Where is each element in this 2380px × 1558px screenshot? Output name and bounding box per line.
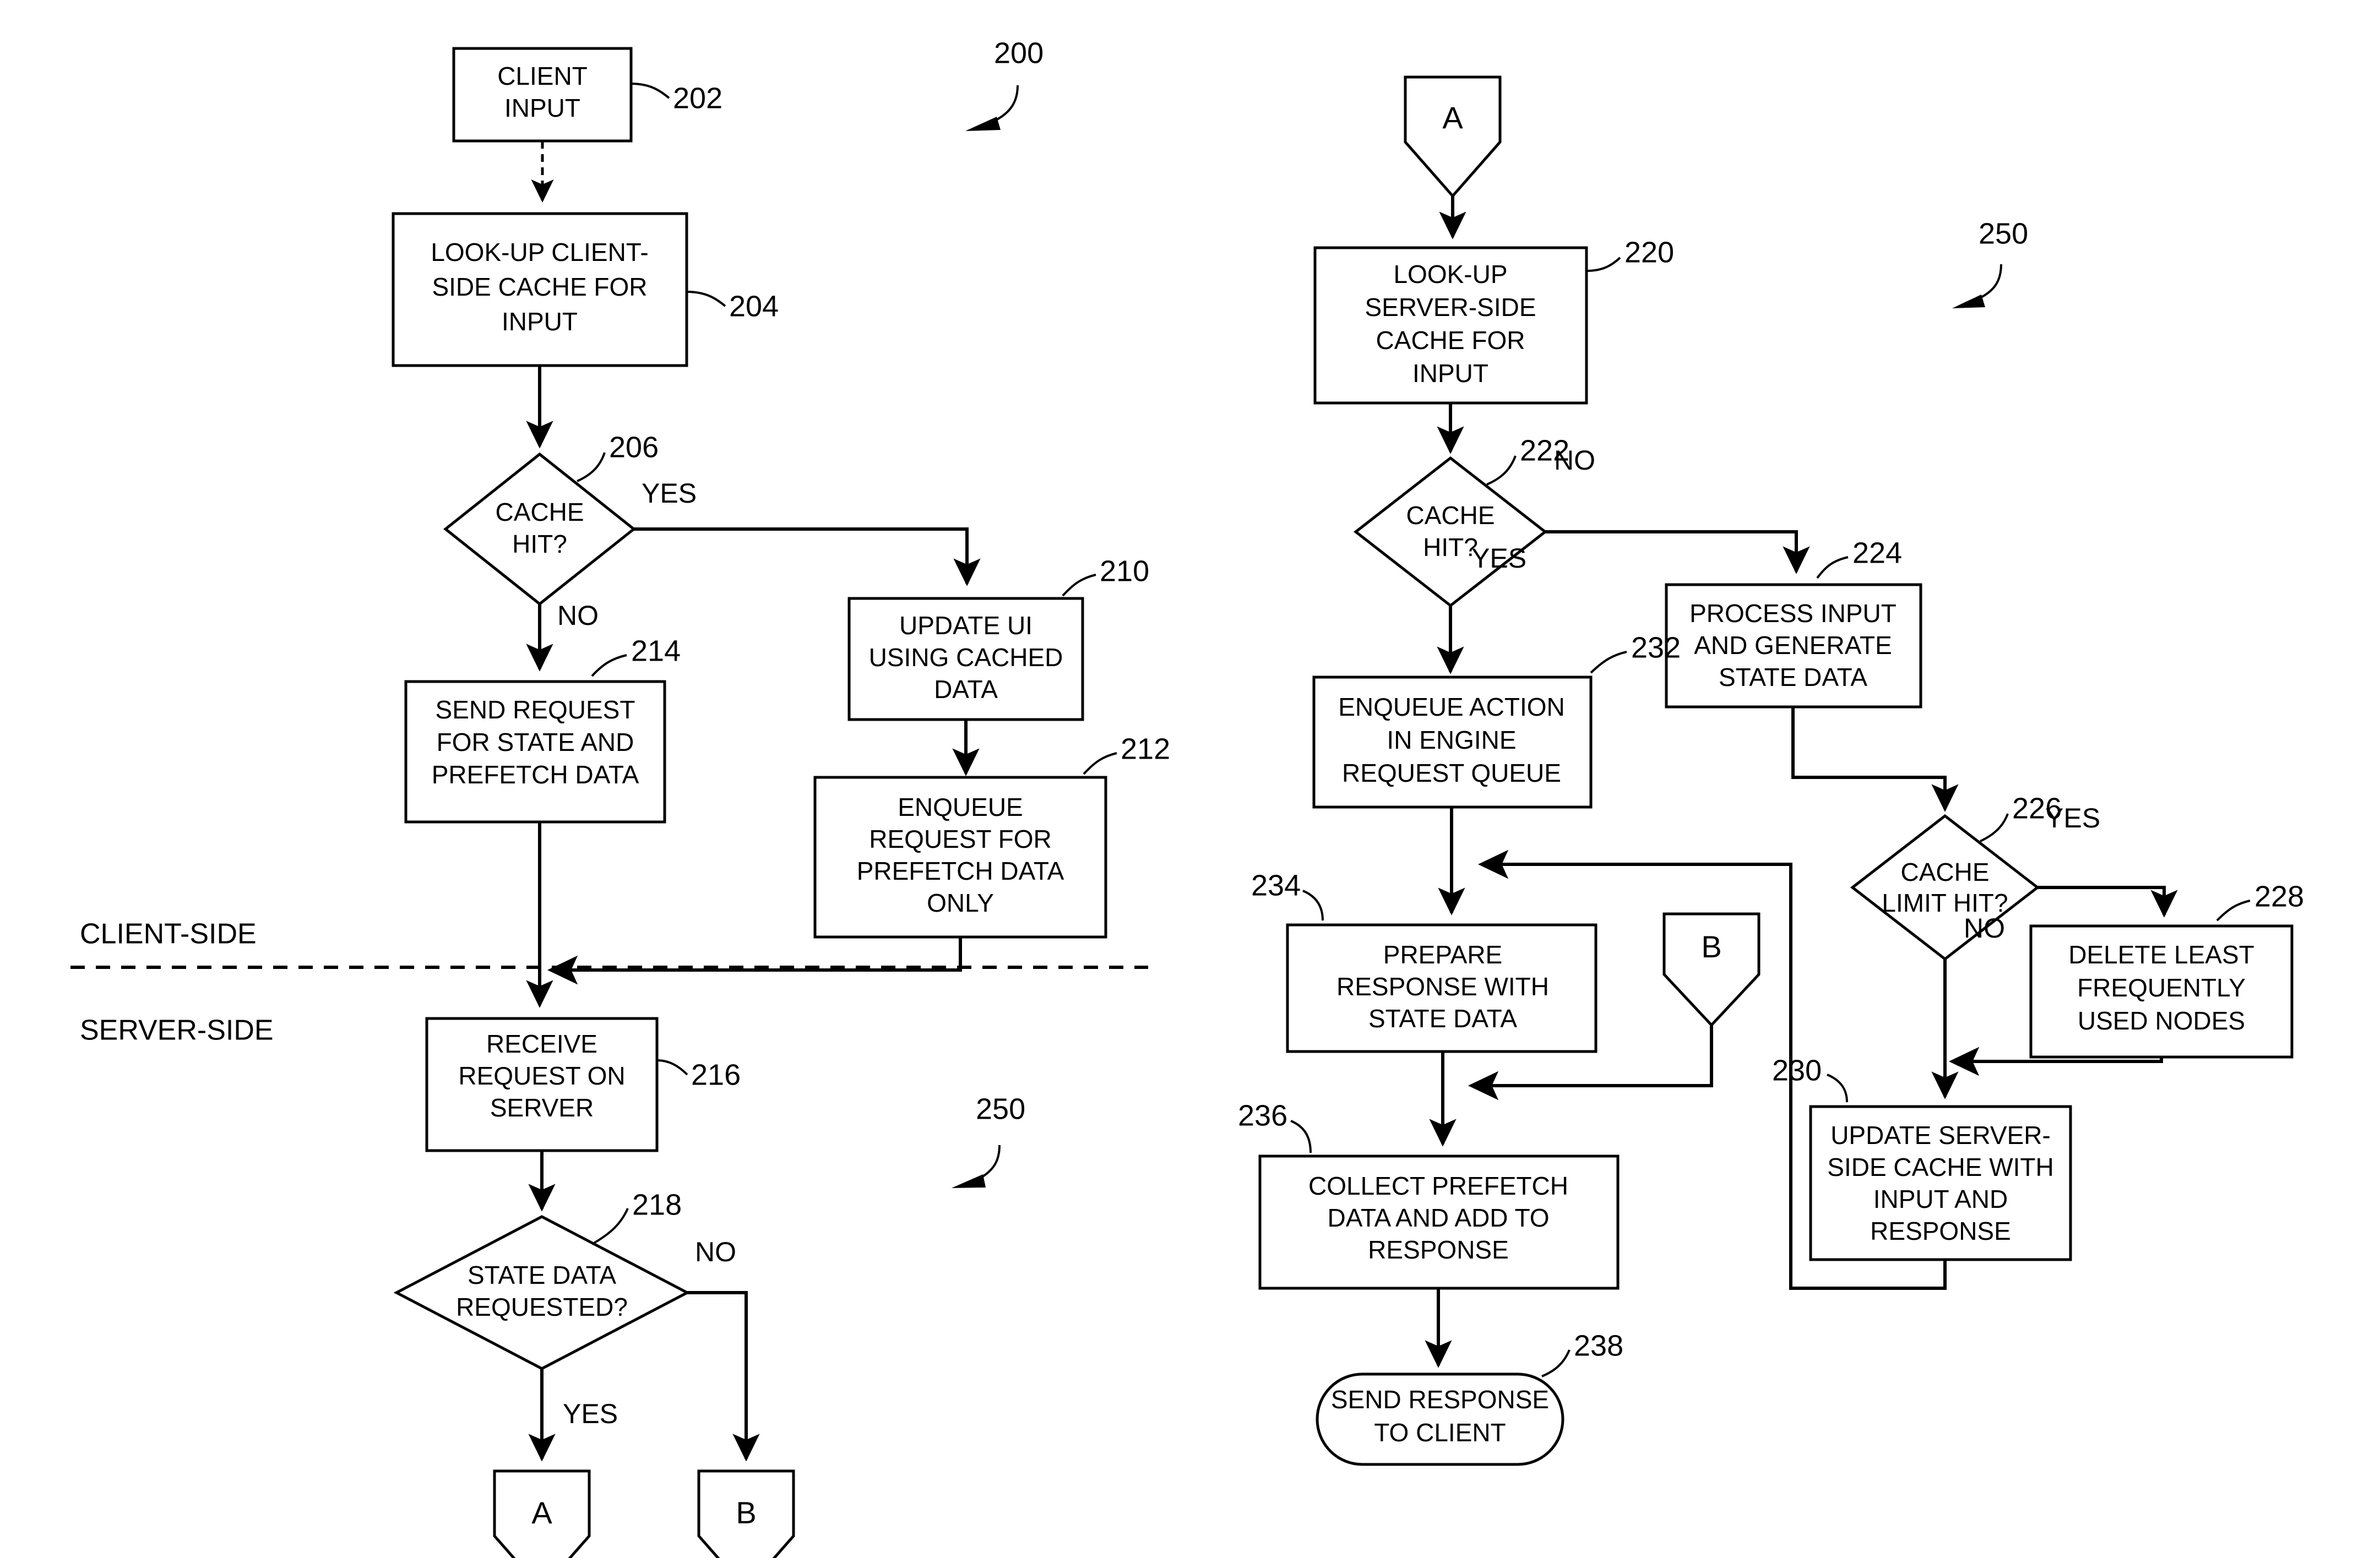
- node-lookup-server-cache-line-0: LOOK-UP: [1393, 260, 1507, 288]
- node-send-request-line-2: PREFETCH DATA: [432, 760, 639, 789]
- node-lookup-client-cache-ref: 204: [729, 290, 779, 323]
- edge-label-222-yes: YES: [1471, 543, 1526, 574]
- node-send-request-line-0: SEND REQUEST: [436, 695, 635, 724]
- node-prepare-response-line-2: STATE DATA: [1368, 1004, 1517, 1033]
- connector-b-mid-right-label: B: [1701, 929, 1721, 964]
- node-lookup-client-cache-line-2: INPUT: [502, 307, 578, 336]
- connector-a-bottom-left-label: A: [531, 1495, 552, 1530]
- node-delete-least-frequently-used-line-0: DELETE LEAST: [2068, 940, 2254, 969]
- edge-label-218-yes: YES: [563, 1398, 618, 1429]
- node-lookup-client-cache-line-0: LOOK-UP CLIENT-: [431, 238, 648, 266]
- node-receive-request-line-1: REQUEST ON: [458, 1061, 625, 1090]
- node-process-input-line-0: PROCESS INPUT: [1689, 599, 1897, 628]
- connector-a-top-right-label: A: [1442, 100, 1463, 135]
- figure-ref-200-label: 200: [994, 36, 1044, 69]
- node-update-ui-line-1: USING CACHED: [869, 643, 1063, 672]
- figure-canvas: 200 250 250 CLIENT-SIDE SERVER-SIDE CLIE…: [0, 0, 2380, 1558]
- node-client-input-line-0: CLIENT: [497, 62, 588, 90]
- connector-b-bottom-left: B: [697, 1469, 795, 1558]
- node-process-input-ref: 224: [1852, 536, 1902, 569]
- node-cache-hit-client-line-1: HIT?: [512, 530, 567, 558]
- node-collect-prefetch-ref: 236: [1238, 1099, 1287, 1132]
- node-cache-hit-client-ref: 206: [609, 431, 659, 464]
- node-update-server-cache-line-1: SIDE CACHE WITH: [1827, 1153, 2053, 1181]
- connector-b-bottom-left-label: B: [736, 1495, 756, 1530]
- connector-a-bottom-left: A: [493, 1469, 591, 1558]
- node-receive-request-line-0: RECEIVE: [486, 1029, 597, 1058]
- edge-label-206-yes: YES: [642, 478, 697, 509]
- node-prepare-response-line-1: RESPONSE WITH: [1336, 972, 1549, 1001]
- node-collect-prefetch-line-2: RESPONSE: [1368, 1235, 1509, 1264]
- node-update-server-cache-line-3: RESPONSE: [1870, 1217, 2011, 1245]
- node-update-ui-ref: 210: [1100, 554, 1149, 587]
- flowchart-svg: 200 250 250 CLIENT-SIDE SERVER-SIDE CLIE…: [0, 0, 2380, 1558]
- node-prepare-response-line-0: PREPARE: [1383, 940, 1502, 969]
- node-enqueue-action-ref: 232: [1631, 631, 1681, 664]
- node-lookup-server-cache-ref: 220: [1624, 236, 1674, 269]
- node-enqueue-prefetch-only-ref: 212: [1121, 732, 1170, 765]
- node-client-input-ref: 202: [673, 81, 722, 115]
- node-cache-hit-server-line-0: CACHE: [1406, 501, 1495, 530]
- node-prepare-response-ref: 234: [1251, 869, 1301, 902]
- node-cache-limit-hit-line-0: CACHE: [1900, 858, 1989, 886]
- node-send-response-ref: 238: [1574, 1329, 1623, 1362]
- node-collect-prefetch-line-1: DATA AND ADD TO: [1327, 1203, 1549, 1232]
- node-update-ui-line-2: DATA: [934, 675, 998, 704]
- edge-label-218-no: NO: [695, 1236, 736, 1267]
- node-lookup-server-cache-line-1: SERVER-SIDE: [1365, 293, 1536, 322]
- node-cache-hit-client-line-0: CACHE: [495, 498, 584, 526]
- edge-label-226-no: NO: [1964, 913, 2005, 944]
- node-receive-request-line-2: SERVER: [490, 1093, 594, 1122]
- node-send-response-line-1: TO CLIENT: [1374, 1418, 1506, 1447]
- node-state-data-requested-line-0: STATE DATA: [468, 1261, 616, 1289]
- node-process-input-line-1: AND GENERATE: [1694, 631, 1892, 660]
- node-delete-least-frequently-used-ref: 228: [2254, 880, 2304, 913]
- node-lookup-server-cache-line-2: CACHE FOR: [1376, 326, 1525, 355]
- node-enqueue-action-line-2: REQUEST QUEUE: [1342, 759, 1561, 787]
- node-enqueue-prefetch-only-line-0: ENQUEUE: [898, 793, 1023, 821]
- node-update-server-cache-ref: 230: [1772, 1054, 1822, 1087]
- node-enqueue-action-line-0: ENQUEUE ACTION: [1338, 693, 1565, 721]
- node-receive-request-ref: 216: [691, 1058, 741, 1091]
- node-update-server-cache-line-2: INPUT AND: [1873, 1185, 2008, 1213]
- figure-ref-250-left-label: 250: [976, 1092, 1025, 1125]
- edge-label-226-yes: YES: [2045, 803, 2100, 834]
- node-enqueue-prefetch-only-line-2: PREFETCH DATA: [857, 857, 1064, 885]
- node-collect-prefetch-line-0: COLLECT PREFETCH: [1308, 1172, 1568, 1200]
- edge-label-206-no: NO: [557, 600, 599, 631]
- node-enqueue-action-line-1: IN ENGINE: [1387, 726, 1516, 754]
- node-send-response-line-0: SEND RESPONSE: [1331, 1385, 1549, 1414]
- node-enqueue-prefetch-only-line-1: REQUEST FOR: [869, 825, 1051, 853]
- figure-ref-250-right-label: 250: [1979, 217, 2028, 250]
- node-lookup-client-cache-line-1: SIDE CACHE FOR: [432, 273, 647, 301]
- node-update-ui-line-0: UPDATE UI: [899, 611, 1033, 640]
- node-client-input-line-1: INPUT: [504, 94, 580, 122]
- node-delete-least-frequently-used-line-1: FREQUENTLY: [2077, 973, 2246, 1002]
- edge-label-222-no: NO: [1554, 445, 1595, 476]
- node-lookup-server-cache-line-3: INPUT: [1412, 359, 1488, 388]
- node-cache-hit-server-line-1: HIT?: [1423, 533, 1478, 562]
- node-update-server-cache-line-0: UPDATE SERVER-: [1830, 1121, 2051, 1150]
- lane-label-client-side: CLIENT-SIDE: [80, 918, 257, 950]
- node-state-data-requested-line-1: REQUESTED?: [456, 1293, 628, 1321]
- node-delete-least-frequently-used-line-2: USED NODES: [2078, 1006, 2245, 1035]
- node-state-data-requested-ref: 218: [632, 1188, 682, 1221]
- node-enqueue-prefetch-only-line-3: ONLY: [927, 889, 994, 917]
- node-send-request-line-1: FOR STATE AND: [437, 728, 634, 756]
- lane-label-server-side: SERVER-SIDE: [80, 1015, 274, 1047]
- node-process-input-line-2: STATE DATA: [1719, 663, 1867, 691]
- node-send-request-ref: 214: [631, 634, 681, 667]
